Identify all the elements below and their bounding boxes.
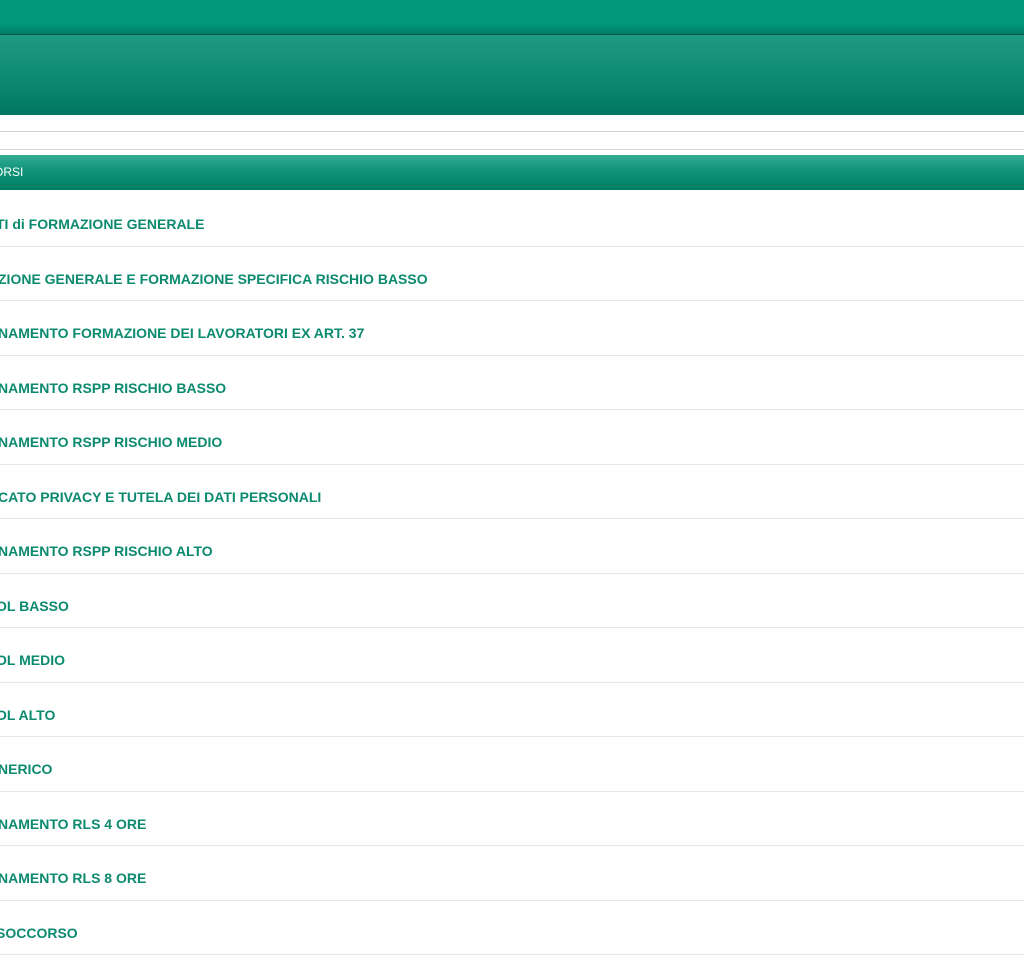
course-link[interactable]: NAMENTO RLS 4 ORE [0,816,146,832]
list-item[interactable]: OL MEDIO [0,628,1024,683]
course-link[interactable]: NAMENTO RSPP RISCHIO ALTO [0,543,213,559]
list-item[interactable]: ZIONE GENERALE E FORMAZIONE SPECIFICA RI… [0,247,1024,302]
list-item[interactable]: NAMENTO RSPP RISCHIO ALTO [0,519,1024,574]
course-link[interactable]: SOCCORSO [0,925,78,941]
list-item[interactable]: NAMENTO RLS 4 ORE [0,792,1024,847]
course-link[interactable]: NAMENTO RLS 8 ORE [0,870,146,886]
list-item[interactable]: CATO PRIVACY E TUTELA DEI DATI PERSONALI [0,465,1024,520]
search-strip[interactable] [0,131,1024,150]
list-item[interactable]: OL BASSO [0,574,1024,629]
list-item[interactable]: NAMENTO RSPP RISCHIO MEDIO [0,410,1024,465]
list-item[interactable]: NAMENTO RSPP RISCHIO BASSO [0,356,1024,411]
course-link[interactable]: ZIONE GENERALE E FORMAZIONE SPECIFICA RI… [0,271,428,287]
top-navigation-bar [0,0,1024,35]
course-link[interactable]: CATO PRIVACY E TUTELA DEI DATI PERSONALI [0,489,321,505]
course-list: TI di FORMAZIONE GENERALE ZIONE GENERALE… [0,192,1024,955]
course-link[interactable]: OL MEDIO [0,652,65,668]
list-item[interactable]: NAMENTO FORMAZIONE DEI LAVORATORI EX ART… [0,301,1024,356]
list-item[interactable]: SOCCORSO [0,901,1024,955]
section-title: ORSI [0,155,23,190]
course-link[interactable]: TI di FORMAZIONE GENERALE [0,216,204,232]
course-link[interactable]: NAMENTO RSPP RISCHIO BASSO [0,380,226,396]
course-link[interactable]: OL BASSO [0,598,69,614]
list-item[interactable]: OL ALTO [0,683,1024,738]
list-item[interactable]: NAMENTO RLS 8 ORE [0,846,1024,901]
course-link[interactable]: NERICO [0,761,52,777]
header-banner [0,35,1024,115]
list-item[interactable]: NERICO [0,737,1024,792]
course-link[interactable]: OL ALTO [0,707,55,723]
section-header: ORSI [0,155,1024,190]
course-link[interactable]: NAMENTO FORMAZIONE DEI LAVORATORI EX ART… [0,325,364,341]
course-link[interactable]: NAMENTO RSPP RISCHIO MEDIO [0,434,222,450]
list-item[interactable]: TI di FORMAZIONE GENERALE [0,192,1024,247]
